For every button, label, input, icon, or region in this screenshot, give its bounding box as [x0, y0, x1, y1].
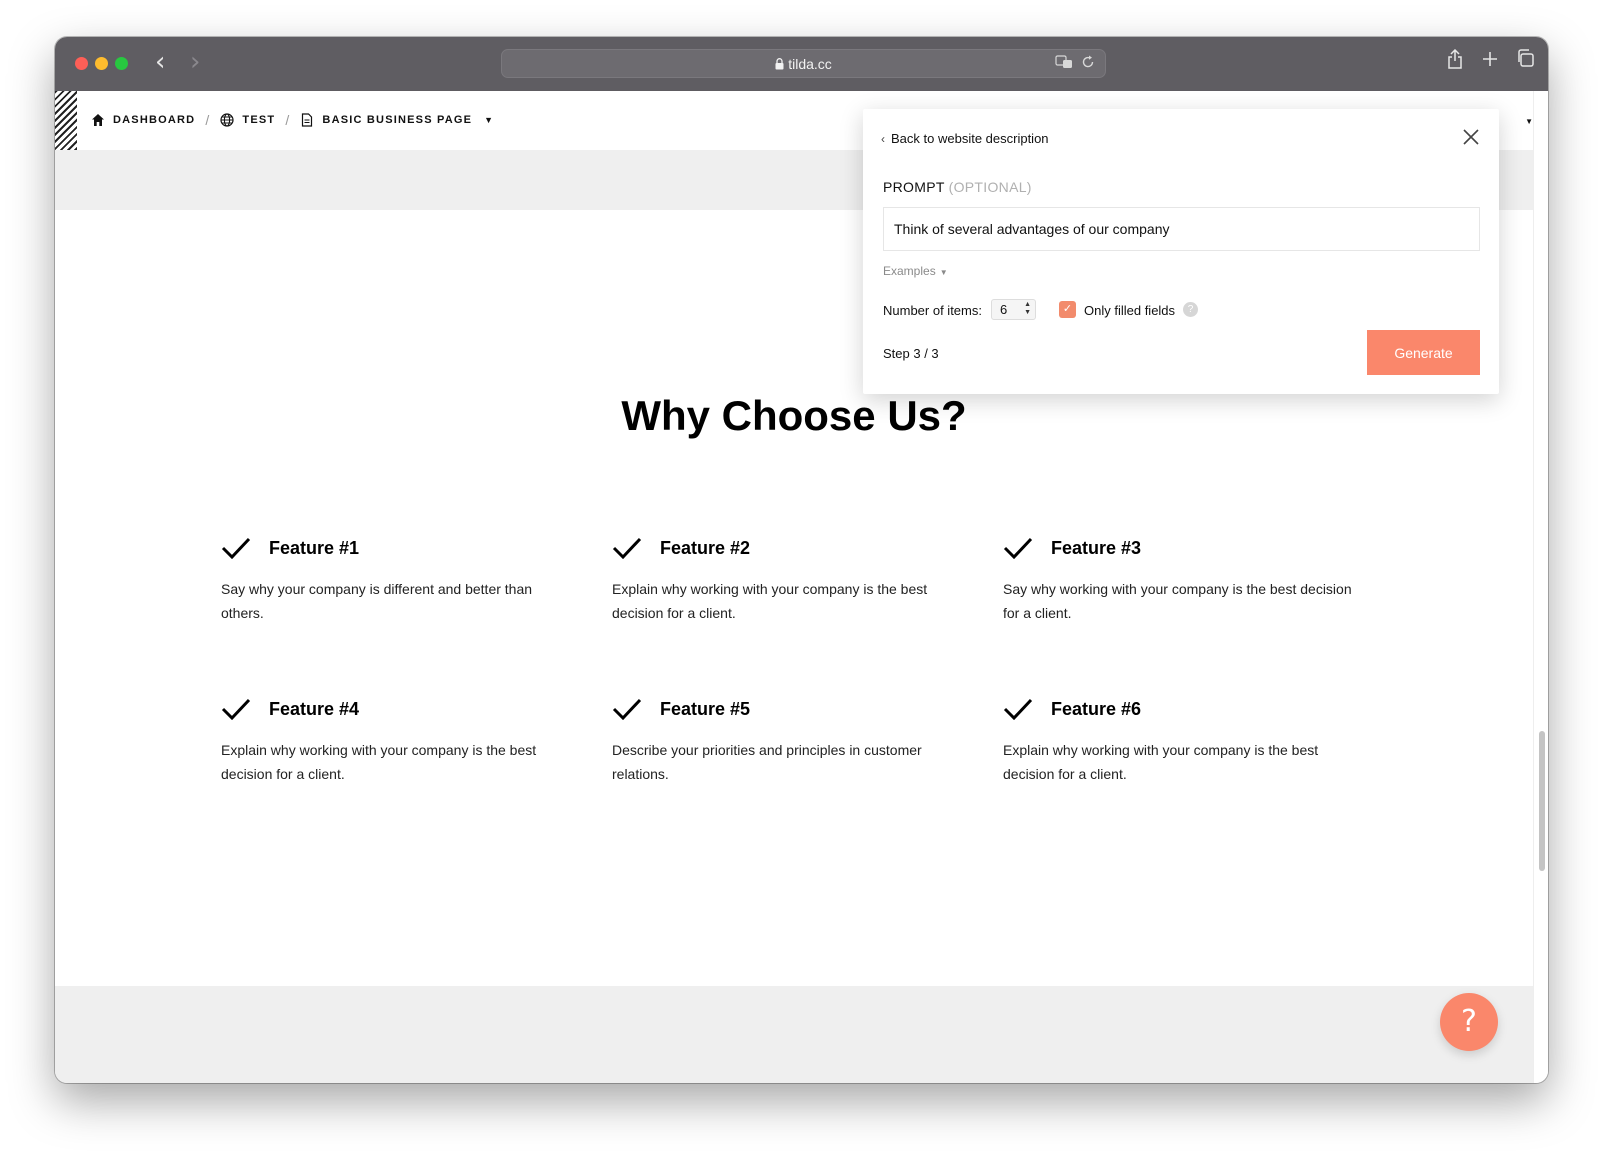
breadcrumb-separator: / — [205, 112, 211, 128]
caret-down-icon: ▼ — [939, 268, 948, 277]
feature-description: Explain why working with your company is… — [221, 742, 537, 782]
page-scrollbar[interactable] — [1533, 91, 1548, 1083]
prompt-label: PROMPT (OPTIONAL) — [883, 179, 1032, 195]
address-bar[interactable]: tilda.cc — [501, 49, 1106, 78]
breadcrumb-label: TEST — [242, 114, 276, 126]
feature-description: Explain why working with your company is… — [612, 581, 928, 621]
lock-icon — [775, 58, 784, 70]
url-display: tilda.cc — [502, 56, 1105, 72]
checkmark-icon — [221, 698, 251, 720]
feature-item: Feature #1 Say why your company is diffe… — [221, 537, 561, 625]
new-tab-icon[interactable] — [1482, 49, 1498, 73]
share-icon[interactable] — [1447, 48, 1463, 75]
breadcrumb-project[interactable]: TEST — [220, 113, 275, 127]
breadcrumb: DASHBOARD / TEST / BASIC BUSINESS PAGE ▼ — [91, 112, 494, 128]
browser-window: ‹ › tilda.cc DASHBOARD / TEST / BASIC BU… — [55, 37, 1548, 1083]
number-of-items-label: Number of items: — [883, 303, 982, 318]
tilda-logo-pattern[interactable] — [55, 91, 77, 150]
back-link-label: Back to website description — [891, 131, 1049, 146]
globe-icon — [220, 113, 235, 127]
generate-button[interactable]: Generate — [1367, 330, 1480, 375]
chevron-left-icon: ‹ — [881, 131, 885, 146]
breadcrumb-label: DASHBOARD — [113, 114, 196, 126]
feature-item: Feature #3 Say why working with your com… — [1003, 537, 1363, 625]
feature-title: Feature #2 — [660, 537, 751, 558]
feature-description: Say why your company is different and be… — [221, 581, 533, 621]
breadcrumb-dashboard[interactable]: DASHBOARD — [91, 113, 195, 127]
only-filled-label[interactable]: Only filled fields — [1084, 303, 1175, 318]
checkmark-icon — [221, 537, 251, 559]
caret-down-icon[interactable]: ▼ — [1525, 117, 1533, 126]
breadcrumb-separator: / — [285, 112, 291, 128]
breadcrumb-label: BASIC BUSINESS PAGE — [322, 114, 473, 126]
number-of-items-stepper[interactable]: 6 ▲ ▼ — [991, 299, 1036, 320]
caret-down-icon[interactable]: ▼ — [484, 115, 494, 125]
feature-item: Feature #6 Explain why working with your… — [1003, 698, 1343, 786]
feature-item: Feature #5 Describe your priorities and … — [612, 698, 952, 786]
checkmark-icon — [1003, 698, 1033, 720]
home-icon — [92, 114, 104, 126]
close-icon[interactable] — [1461, 127, 1481, 147]
feature-description: Describe your priorities and principles … — [612, 742, 922, 782]
feature-title: Feature #1 — [269, 537, 360, 558]
url-text: tilda.cc — [788, 56, 832, 72]
prompt-input[interactable] — [883, 207, 1480, 251]
scrollbar-thumb[interactable] — [1539, 731, 1545, 871]
feature-title: Feature #3 — [1051, 537, 1142, 558]
browser-toolbar: ‹ › tilda.cc — [55, 37, 1548, 91]
back-arrow-icon[interactable]: ‹ — [155, 49, 165, 75]
generate-content-popup: ‹ Back to website description PROMPT (OP… — [863, 109, 1499, 394]
feature-item: Feature #4 Explain why working with your… — [221, 698, 561, 786]
zoom-window-button[interactable] — [115, 57, 128, 70]
page-block-gray — [55, 986, 1533, 1083]
close-window-button[interactable] — [75, 57, 88, 70]
checkmark-icon — [612, 537, 642, 559]
breadcrumb-page[interactable]: BASIC BUSINESS PAGE ▼ — [300, 113, 494, 127]
reload-icon[interactable] — [1081, 55, 1095, 72]
translate-icon[interactable] — [1055, 55, 1073, 72]
step-indicator: Step 3 / 3 — [883, 346, 939, 361]
prompt-label-text: PROMPT — [883, 179, 945, 195]
checkmark-icon — [612, 698, 642, 720]
feature-description: Explain why working with your company is… — [1003, 742, 1319, 782]
feature-title: Feature #6 — [1051, 698, 1142, 719]
section-title: Why Choose Us? — [621, 392, 967, 439]
feature-title: Feature #4 — [269, 698, 360, 719]
only-filled-checkbox[interactable]: ✓ — [1059, 301, 1076, 318]
feature-item: Feature #2 Explain why working with your… — [612, 537, 952, 625]
feature-title: Feature #5 — [660, 698, 751, 719]
examples-label: Examples — [883, 264, 936, 278]
checkmark-icon — [1003, 537, 1033, 559]
tab-overview-icon[interactable] — [1516, 49, 1534, 73]
forward-arrow-icon[interactable]: › — [190, 49, 200, 75]
help-button[interactable]: ? — [1440, 993, 1498, 1051]
examples-dropdown[interactable]: Examples ▼ — [883, 264, 948, 278]
page-icon — [302, 113, 313, 127]
minimize-window-button[interactable] — [95, 57, 108, 70]
stepper-arrows-icon[interactable]: ▲ ▼ — [1024, 301, 1031, 317]
feature-description: Say why working with your company is the… — [1003, 581, 1352, 621]
back-to-description-link[interactable]: ‹ Back to website description — [881, 131, 1049, 146]
prompt-optional-text: (OPTIONAL) — [948, 179, 1032, 195]
help-icon[interactable]: ? — [1183, 302, 1198, 317]
number-of-items-value: 6 — [1000, 302, 1008, 317]
